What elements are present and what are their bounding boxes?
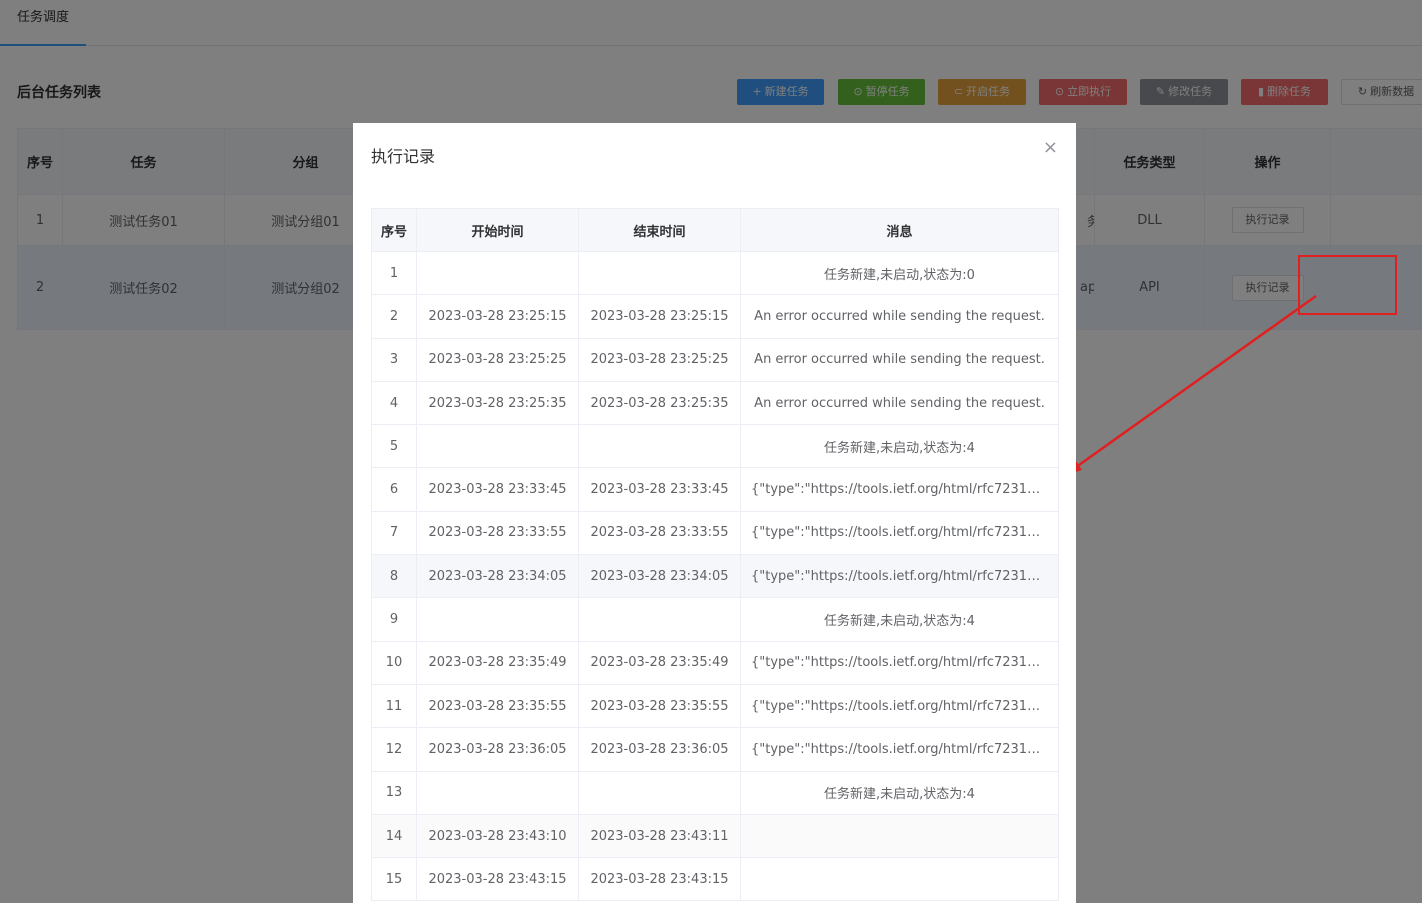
- cell-message: An error occurred while sending the requ…: [740, 380, 1059, 426]
- cell-no: 5: [371, 424, 417, 469]
- cell-start-time: 2023-03-28 23:43:15: [416, 857, 579, 902]
- cell-message: {"type":"https://tools.ietf.org/html/rfc…: [740, 510, 1059, 556]
- execution-log-table: 序号 开始时间 结束时间 消息 1 任务新建,未启动,状态为:0 2 2023-03-…: [371, 208, 1059, 902]
- cell-start-time: 2023-03-28 23:34:05: [416, 554, 579, 599]
- column-header-start-time[interactable]: 开始时间: [416, 208, 579, 252]
- column-header-end-time[interactable]: 结束时间: [578, 208, 741, 252]
- cell-no: 6: [371, 467, 417, 512]
- cell-end-time: 2023-03-28 23:34:05: [578, 554, 741, 599]
- cell-no: 15: [371, 857, 417, 902]
- cell-start-time: 2023-03-28 23:25:25: [416, 337, 579, 382]
- cell-no: 4: [371, 380, 417, 426]
- cell-message: {"type":"https://tools.ietf.org/html/rfc…: [740, 467, 1059, 512]
- dialog-title: 执行记录: [371, 147, 436, 166]
- cell-start-time: 2023-03-28 23:25:35: [416, 380, 579, 426]
- table-row[interactable]: 5 任务新建,未启动,状态为:4: [371, 424, 1059, 469]
- cell-end-time: 2023-03-28 23:43:11: [578, 813, 741, 859]
- cell-end-time: 2023-03-28 23:36:05: [578, 727, 741, 772]
- table-row[interactable]: 6 2023-03-28 23:33:45 2023-03-28 23:33:45{…: [371, 467, 1059, 512]
- cell-message: 任务新建,未启动,状态为:4: [740, 597, 1059, 642]
- cell-end-time: 2023-03-28 23:35:55: [578, 683, 741, 729]
- table-row[interactable]: 13 任务新建,未启动,状态为:4: [371, 770, 1059, 815]
- cell-message: An error occurred while sending the requ…: [740, 294, 1059, 339]
- cell-message: {"type":"https://tools.ietf.org/html/rfc…: [740, 683, 1059, 729]
- log-table-body: 1 任务新建,未启动,状态为:0 2 2023-03-28 23:25:15 2023-…: [371, 250, 1059, 902]
- cell-message: {"type":"https://tools.ietf.org/html/rfc…: [740, 640, 1059, 685]
- cell-start-time: 2023-03-28 23:35:49: [416, 640, 579, 685]
- table-row[interactable]: 11 2023-03-28 23:35:55 2023-03-28 23:35:55…: [371, 683, 1059, 729]
- cell-end-time: 2023-03-28 23:25:35: [578, 380, 741, 426]
- cell-no: 13: [371, 770, 417, 815]
- cell-no: 14: [371, 813, 417, 859]
- execution-record-dialog: 执行记录 × 序号 开始时间 结束时间 消息 1 任务新建,未启动,状态为:0 2 2…: [353, 123, 1076, 903]
- table-row[interactable]: 8 2023-03-28 23:34:05 2023-03-28 23:34:05{…: [371, 554, 1059, 599]
- cell-message: [740, 813, 1059, 859]
- cell-end-time: 2023-03-28 23:43:15: [578, 857, 741, 902]
- table-row[interactable]: 3 2023-03-28 23:25:25 2023-03-28 23:25:25 A…: [371, 337, 1059, 382]
- column-header-no[interactable]: 序号: [371, 208, 417, 252]
- table-row[interactable]: 10 2023-03-28 23:35:49 2023-03-28 23:35:49…: [371, 640, 1059, 685]
- cell-message: [740, 857, 1059, 902]
- cell-start-time: [416, 424, 579, 469]
- cell-no: 2: [371, 294, 417, 339]
- cell-end-time: [578, 770, 741, 815]
- table-row[interactable]: 4 2023-03-28 23:25:35 2023-03-28 23:25:35 A…: [371, 380, 1059, 426]
- table-row[interactable]: 9 任务新建,未启动,状态为:4: [371, 597, 1059, 642]
- cell-end-time: 2023-03-28 23:33:55: [578, 510, 741, 556]
- cell-no: 7: [371, 510, 417, 556]
- cell-end-time: [578, 597, 741, 642]
- cell-start-time: [416, 250, 579, 296]
- cell-no: 11: [371, 683, 417, 729]
- table-row[interactable]: 1 任务新建,未启动,状态为:0: [371, 250, 1059, 296]
- cell-start-time: 2023-03-28 23:25:15: [416, 294, 579, 339]
- cell-end-time: [578, 250, 741, 296]
- close-icon[interactable]: ×: [1043, 139, 1058, 157]
- cell-start-time: 2023-03-28 23:36:05: [416, 727, 579, 772]
- cell-message: 任务新建,未启动,状态为:0: [740, 250, 1059, 296]
- cell-no: 1: [371, 250, 417, 296]
- cell-start-time: 2023-03-28 23:35:55: [416, 683, 579, 729]
- cell-no: 10: [371, 640, 417, 685]
- cell-message: 任务新建,未启动,状态为:4: [740, 770, 1059, 815]
- cell-message: {"type":"https://tools.ietf.org/html/rfc…: [740, 554, 1059, 599]
- cell-message: 任务新建,未启动,状态为:4: [740, 424, 1059, 469]
- cell-start-time: 2023-03-28 23:33:45: [416, 467, 579, 512]
- cell-end-time: 2023-03-28 23:25:25: [578, 337, 741, 382]
- column-header-message[interactable]: 消息: [740, 208, 1059, 252]
- cell-no: 3: [371, 337, 417, 382]
- cell-start-time: 2023-03-28 23:43:10: [416, 813, 579, 859]
- table-row[interactable]: 7 2023-03-28 23:33:55 2023-03-28 23:33:55{…: [371, 510, 1059, 556]
- cell-end-time: [578, 424, 741, 469]
- cell-no: 9: [371, 597, 417, 642]
- cell-message: {"type":"https://tools.ietf.org/html/rfc…: [740, 727, 1059, 772]
- cell-end-time: 2023-03-28 23:25:15: [578, 294, 741, 339]
- table-row[interactable]: 15 2023-03-28 23:43:15 2023-03-28 23:43:15: [371, 857, 1059, 902]
- cell-message: An error occurred while sending the requ…: [740, 337, 1059, 382]
- cell-end-time: 2023-03-28 23:33:45: [578, 467, 741, 512]
- cell-start-time: [416, 597, 579, 642]
- table-row[interactable]: 12 2023-03-28 23:36:05 2023-03-28 23:36:05…: [371, 727, 1059, 772]
- table-row[interactable]: 14 2023-03-28 23:43:10 2023-03-28 23:43:11: [371, 813, 1059, 859]
- cell-start-time: [416, 770, 579, 815]
- cell-no: 12: [371, 727, 417, 772]
- cell-end-time: 2023-03-28 23:35:49: [578, 640, 741, 685]
- table-row[interactable]: 2 2023-03-28 23:25:15 2023-03-28 23:25:15 A…: [371, 294, 1059, 339]
- cell-start-time: 2023-03-28 23:33:55: [416, 510, 579, 556]
- cell-no: 8: [371, 554, 417, 599]
